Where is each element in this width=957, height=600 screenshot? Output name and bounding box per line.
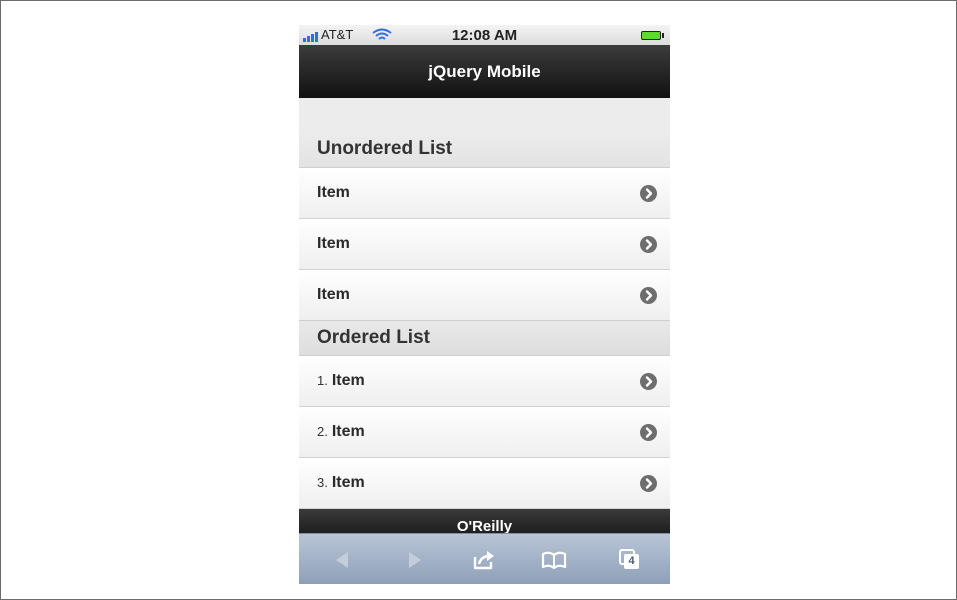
- tabs-icon[interactable]: 4: [615, 547, 645, 573]
- chevron-right-icon: [640, 475, 657, 492]
- list-item[interactable]: 2. Item: [299, 407, 670, 458]
- list-item[interactable]: Item: [299, 219, 670, 270]
- list-item-number: 3.: [317, 475, 328, 490]
- screenshot-frame: AT&T 12:08 AM jQuery Mobile Unordered Li…: [0, 0, 957, 600]
- list-item-label: Item: [317, 235, 350, 252]
- list-item-number: 2.: [317, 424, 328, 439]
- list-item-label: Item: [317, 286, 350, 303]
- list-item-label: Item: [331, 372, 365, 389]
- list-item-label: Item: [317, 184, 350, 201]
- list-divider-unordered: Unordered List: [299, 132, 670, 168]
- list-item[interactable]: 3. Item: [299, 458, 670, 509]
- list-divider-ordered: Ordered List: [299, 320, 670, 356]
- list-item-number: 1.: [317, 373, 328, 388]
- back-icon[interactable]: [327, 547, 357, 573]
- tabs-count: 4: [628, 555, 635, 567]
- phone-screen: AT&T 12:08 AM jQuery Mobile Unordered Li…: [299, 25, 670, 584]
- battery-icon: [641, 31, 664, 40]
- chevron-right-icon: [640, 185, 657, 202]
- page-header: jQuery Mobile: [299, 45, 670, 98]
- list-item-label: Item: [331, 423, 365, 440]
- divider-label: Unordered List: [317, 138, 453, 159]
- browser-toolbar: 4: [299, 533, 670, 584]
- status-time: 12:08 AM: [451, 27, 518, 44]
- list-item[interactable]: 1. Item: [299, 356, 670, 407]
- list-item[interactable]: Item: [299, 270, 670, 321]
- forward-icon[interactable]: [400, 547, 430, 573]
- list-item[interactable]: Item: [299, 168, 670, 219]
- divider-label: Ordered List: [317, 327, 430, 348]
- page-title: jQuery Mobile: [428, 61, 541, 81]
- chevron-right-icon: [640, 287, 657, 304]
- status-bar: AT&T 12:08 AM: [299, 25, 670, 45]
- list-item-label: Item: [331, 474, 365, 491]
- bookmarks-icon[interactable]: [539, 547, 569, 573]
- chevron-right-icon: [640, 236, 657, 253]
- share-icon[interactable]: [469, 547, 499, 573]
- chevron-right-icon: [640, 424, 657, 441]
- chevron-right-icon: [640, 373, 657, 390]
